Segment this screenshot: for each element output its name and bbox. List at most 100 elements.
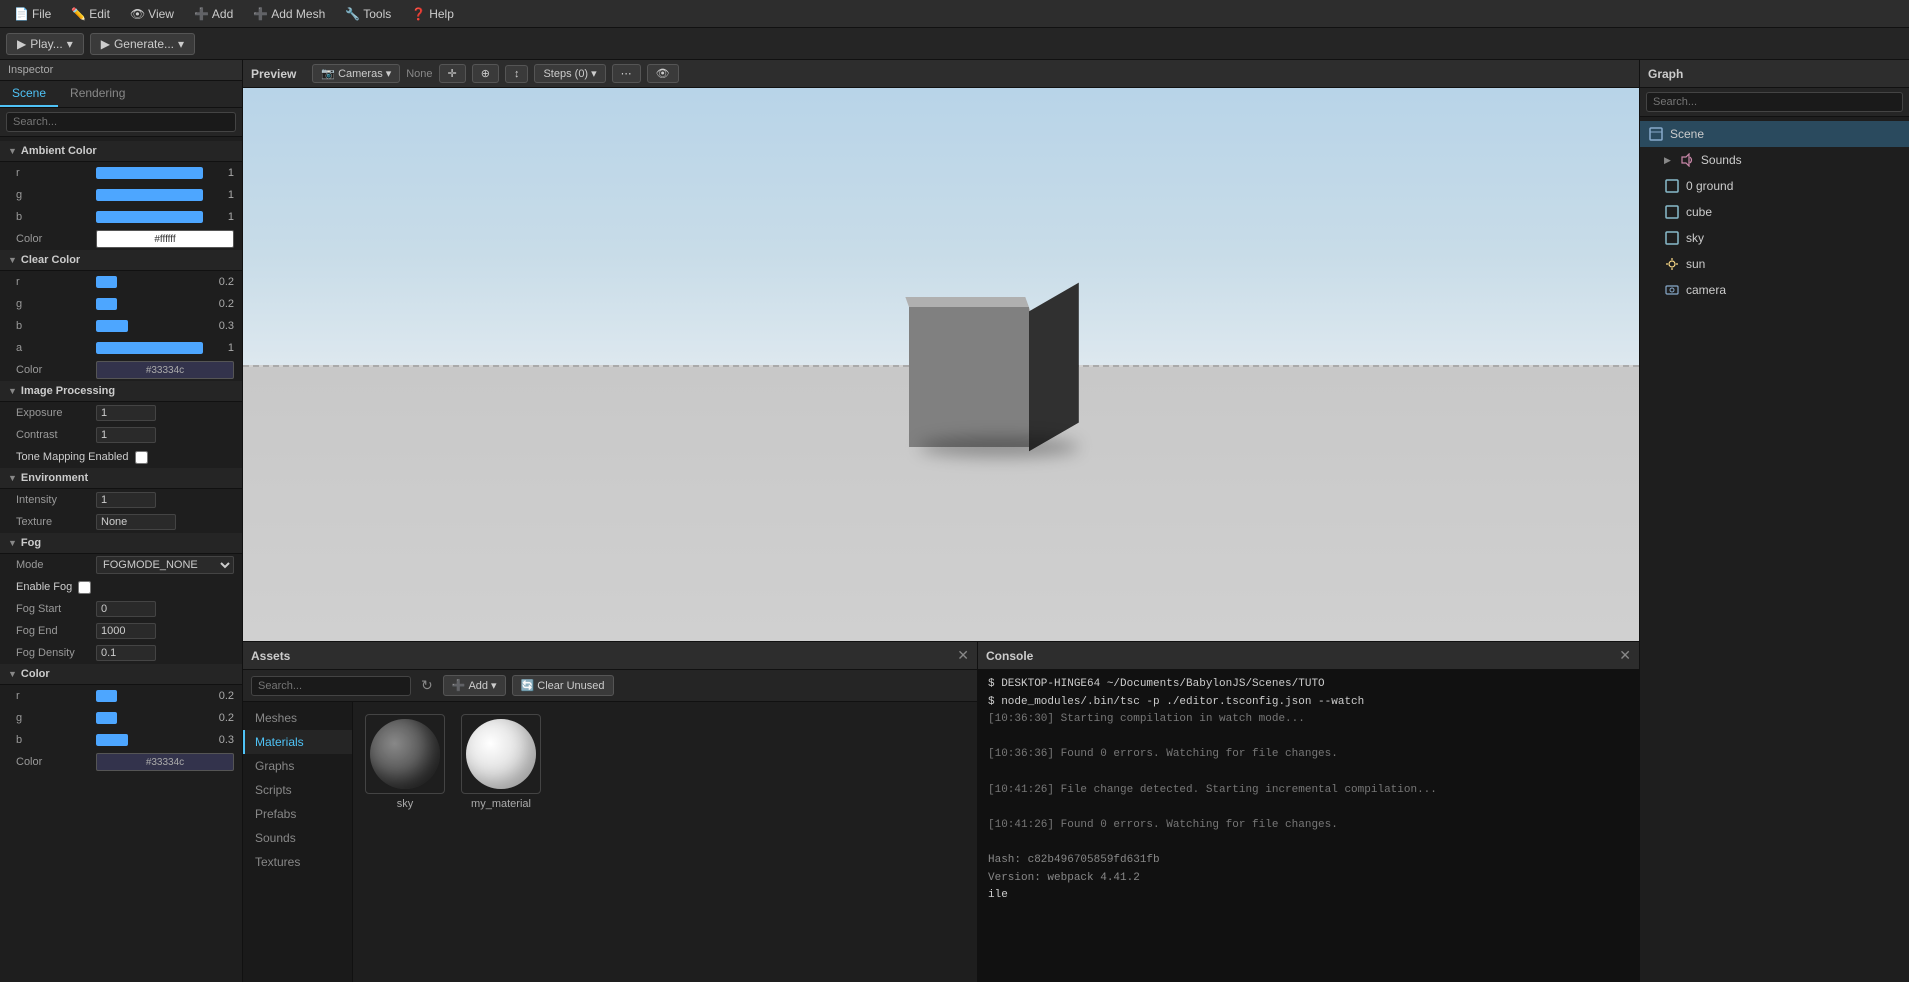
assets-header: Assets ✕ (243, 642, 977, 670)
sidebar-item-sounds[interactable]: Sounds (243, 826, 352, 850)
inspector-search-input[interactable] (6, 112, 236, 132)
ambient-color-section-header[interactable]: ▼ Ambient Color (0, 141, 242, 162)
tab-scene[interactable]: Scene (0, 81, 58, 107)
color-hex-label: Color (16, 756, 96, 768)
console-panel: Console ✕ $ DESKTOP-HINGE64 ~/Documents/… (978, 642, 1639, 982)
graph-item-sun[interactable]: sun (1640, 251, 1909, 277)
color-r-slider[interactable] (96, 690, 203, 702)
color-b-row: b 0.3 (0, 729, 242, 751)
color-r-row: r 0.2 (0, 685, 242, 707)
clear-color-section-header[interactable]: ▼ Clear Color (0, 250, 242, 271)
more-options-btn[interactable]: ⋯ (612, 64, 641, 83)
ambient-b-slider[interactable] (96, 211, 203, 223)
ambient-color-swatch[interactable]: #ffffff (96, 230, 234, 248)
file-icon: 📄 (14, 7, 29, 21)
assets-search-container (251, 676, 411, 696)
fog-density-row: Fog Density (0, 642, 242, 664)
assets-search-input[interactable] (251, 676, 411, 696)
move-icon-btn[interactable]: ✛ (439, 64, 466, 83)
eye-btn[interactable]: 👁 (647, 64, 679, 83)
material-thumb-sky (365, 714, 445, 794)
graph-item-ground[interactable]: 0 ground (1640, 173, 1909, 199)
material-item-sky[interactable]: sky (365, 714, 445, 810)
tools-icon: 🔧 (345, 7, 360, 21)
sidebar-item-prefabs[interactable]: Prefabs (243, 802, 352, 826)
graph-search-input[interactable] (1646, 92, 1903, 112)
console-line-11: Version: webpack 4.41.2 (988, 870, 1629, 888)
tone-mapping-checkbox[interactable] (135, 451, 148, 464)
console-content: $ DESKTOP-HINGE64 ~/Documents/BabylonJS/… (978, 670, 1639, 982)
intensity-input[interactable] (96, 492, 156, 508)
image-processing-section-header[interactable]: ▼ Image Processing (0, 381, 242, 402)
color-b-slider[interactable] (96, 734, 203, 746)
generate-button[interactable]: ▶ Generate... ▾ (90, 33, 195, 55)
contrast-row: Contrast (0, 424, 242, 446)
menu-add[interactable]: ➕ Add (186, 5, 241, 23)
fog-section-header[interactable]: ▼ Fog (0, 533, 242, 554)
center-area: Preview 📷 Cameras ▾ None ✛ ⊕ ↕ Steps (0)… (243, 60, 1639, 982)
texture-input[interactable] (96, 514, 176, 530)
menu-tools[interactable]: 🔧 Tools (337, 5, 399, 23)
color-hex-swatch[interactable]: #33334c (96, 753, 234, 771)
clear-a-slider[interactable] (96, 342, 203, 354)
play-button[interactable]: ▶ Play... ▾ (6, 33, 84, 55)
console-line-8: [10:41:26] Found 0 errors. Watching for … (988, 817, 1629, 835)
transform-icon-btn[interactable]: ⊕ (472, 64, 499, 83)
fog-density-input[interactable] (96, 645, 156, 661)
menu-file[interactable]: 📄 File (6, 5, 59, 23)
graph-item-sounds[interactable]: ▶ Sounds (1640, 147, 1909, 173)
steps-dropdown-icon: ▾ (591, 67, 597, 80)
ambient-g-slider[interactable] (96, 189, 203, 201)
material-sphere-my-material (466, 719, 536, 789)
contrast-input[interactable] (96, 427, 156, 443)
console-close-button[interactable]: ✕ (1619, 647, 1631, 664)
steps-button[interactable]: Steps (0) ▾ (534, 64, 605, 83)
enable-fog-checkbox[interactable] (78, 581, 91, 594)
assets-close-button[interactable]: ✕ (957, 647, 969, 664)
cameras-button[interactable]: 📷 Cameras ▾ (312, 64, 400, 83)
sidebar-item-meshes[interactable]: Meshes (243, 706, 352, 730)
sidebar-item-materials[interactable]: Materials (243, 730, 352, 754)
menu-add-mesh[interactable]: ➕ Add Mesh (245, 5, 333, 23)
toolbar: ▶ Play... ▾ ▶ Generate... ▾ (0, 28, 1909, 60)
clear-color-swatch[interactable]: #33334c (96, 361, 234, 379)
clear-r-slider[interactable] (96, 276, 203, 288)
sidebar-item-textures[interactable]: Textures (243, 850, 352, 874)
graph-item-sky[interactable]: sky (1640, 225, 1909, 251)
assets-add-button[interactable]: ➕ Add ▾ (443, 675, 506, 696)
material-item-my-material[interactable]: my_material (461, 714, 541, 810)
menu-edit[interactable]: ✏️ Edit (63, 5, 118, 23)
assets-toolbar: ↻ ➕ Add ▾ 🔄 Clear Unused (243, 670, 977, 702)
scale-icon-btn[interactable]: ↕ (505, 65, 529, 83)
fog-start-input[interactable] (96, 601, 156, 617)
graph-item-camera[interactable]: camera (1640, 277, 1909, 303)
graph-item-cube[interactable]: cube (1640, 199, 1909, 225)
ambient-color-label: Color (16, 233, 96, 245)
console-line-1: $ node_modules/.bin/tsc -p ./editor.tsco… (988, 694, 1629, 712)
assets-refresh-button[interactable]: ↻ (417, 675, 437, 696)
color-arrow: ▼ (8, 669, 17, 679)
assets-add-icon: ➕ (452, 679, 466, 692)
clear-b-slider[interactable] (96, 320, 203, 332)
menu-help[interactable]: ❓ Help (403, 5, 462, 23)
exposure-input[interactable] (96, 405, 156, 421)
console-line-3 (988, 729, 1629, 747)
tab-rendering[interactable]: Rendering (58, 81, 137, 107)
environment-arrow: ▼ (8, 473, 17, 483)
fog-mode-select[interactable]: FOGMODE_NONE (96, 556, 234, 574)
cameras-dropdown-icon: ▾ (386, 67, 392, 80)
assets-clear-unused-button[interactable]: 🔄 Clear Unused (512, 675, 614, 696)
menu-view[interactable]: 👁 View (122, 5, 182, 23)
fog-end-input[interactable] (96, 623, 156, 639)
preview-viewport[interactable] (243, 88, 1639, 641)
environment-section-header[interactable]: ▼ Environment (0, 468, 242, 489)
sidebar-item-scripts[interactable]: Scripts (243, 778, 352, 802)
ambient-r-slider[interactable] (96, 167, 203, 179)
color-section-header[interactable]: ▼ Color (0, 664, 242, 685)
color-g-slider[interactable] (96, 712, 203, 724)
sidebar-item-graphs[interactable]: Graphs (243, 754, 352, 778)
ground-mesh-icon (1664, 178, 1680, 194)
clear-g-slider[interactable] (96, 298, 203, 310)
graph-item-scene[interactable]: Scene (1640, 121, 1909, 147)
preview-toolbar: 📷 Cameras ▾ None ✛ ⊕ ↕ Steps (0) ▾ ⋯ 👁 (312, 64, 678, 83)
